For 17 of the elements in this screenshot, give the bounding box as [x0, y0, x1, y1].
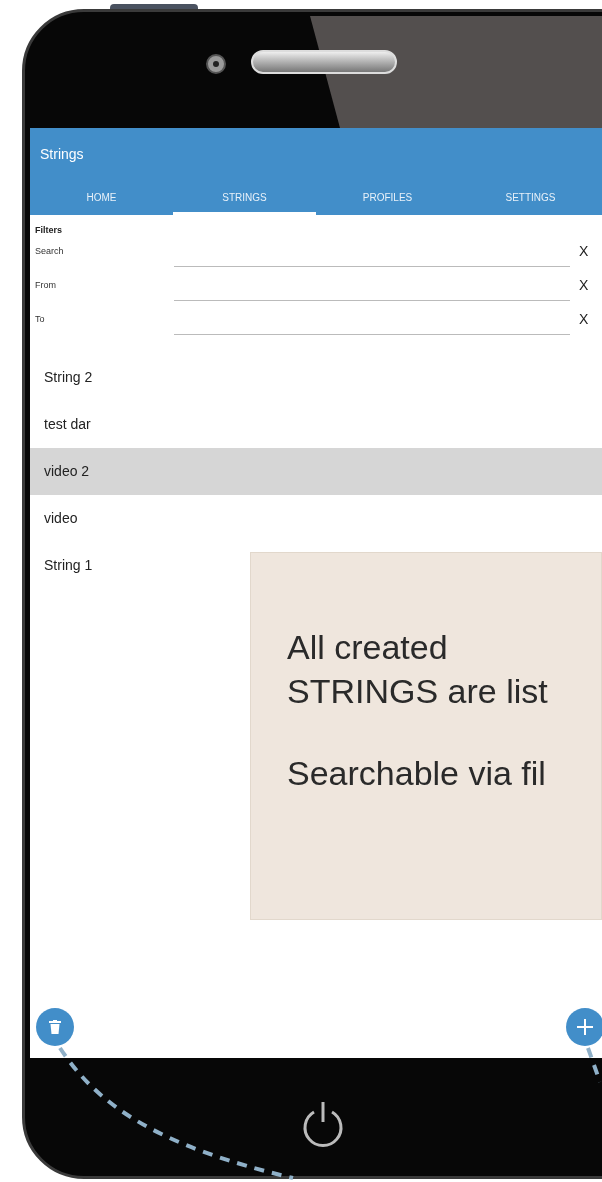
clear-button[interactable]: X — [579, 275, 589, 296]
dashed-connector-line — [586, 1046, 602, 1086]
delete-button[interactable] — [36, 1008, 74, 1046]
add-button[interactable] — [566, 1008, 602, 1046]
app-title: Strings — [39, 145, 85, 164]
filter-label: From — [35, 278, 57, 292]
camera-icon — [206, 54, 226, 74]
filter-label: To — [35, 312, 46, 326]
clear-button[interactable]: X — [579, 241, 589, 262]
string-list-item[interactable]: video 2 — [30, 447, 602, 495]
plus-icon — [576, 1018, 594, 1036]
trash-icon — [49, 1020, 61, 1034]
filter-label: Search — [35, 244, 65, 258]
clear-button[interactable]: X — [579, 309, 589, 330]
annotation-text: All created STRINGS are list — [287, 627, 549, 712]
annotation-text: Searchable via fil — [287, 753, 547, 794]
filters-heading: Filters — [35, 224, 63, 237]
